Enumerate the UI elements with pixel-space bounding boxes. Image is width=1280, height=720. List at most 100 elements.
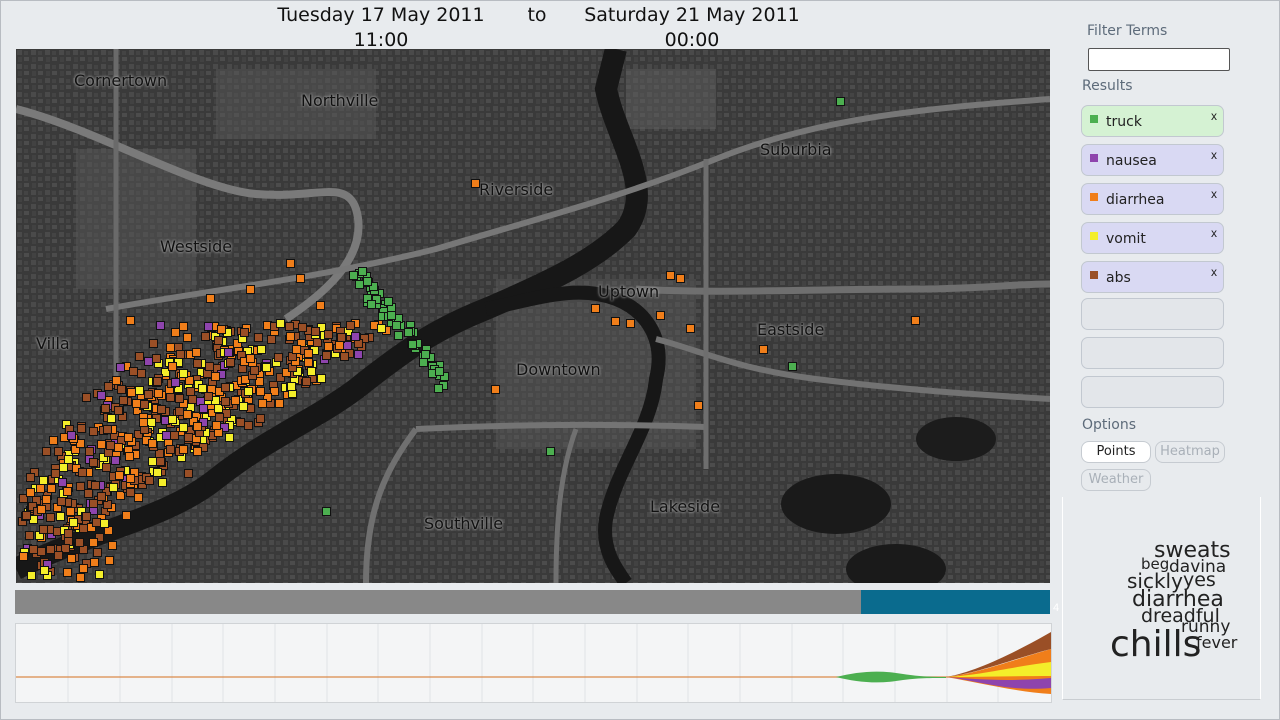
point-marker[interactable] <box>95 569 105 579</box>
point-marker[interactable] <box>84 446 94 456</box>
point-marker[interactable] <box>759 345 768 354</box>
point-marker[interactable] <box>246 285 255 294</box>
point-marker[interactable] <box>148 339 158 349</box>
point-marker[interactable] <box>18 552 28 562</box>
result-term-diarrhea[interactable]: diarrhea x <box>1081 183 1224 215</box>
point-marker[interactable] <box>78 524 88 534</box>
point-marker[interactable] <box>343 341 353 351</box>
point-marker[interactable] <box>183 333 193 343</box>
point-marker[interactable] <box>225 357 235 367</box>
point-marker[interactable] <box>126 316 135 325</box>
point-marker[interactable] <box>235 418 245 428</box>
point-marker[interactable] <box>285 321 295 331</box>
point-marker[interactable] <box>666 271 675 280</box>
point-marker[interactable] <box>39 475 49 485</box>
point-marker[interactable] <box>41 494 51 504</box>
point-marker[interactable] <box>36 504 46 514</box>
point-marker[interactable] <box>170 378 180 388</box>
result-term-abs[interactable]: abs x <box>1081 261 1224 293</box>
point-marker[interactable] <box>166 444 176 454</box>
point-marker[interactable] <box>836 97 845 106</box>
point-marker[interactable] <box>266 335 276 345</box>
point-marker[interactable] <box>58 477 68 487</box>
point-marker[interactable] <box>377 324 387 334</box>
point-marker[interactable] <box>286 381 296 391</box>
point-marker[interactable] <box>81 511 91 521</box>
point-marker[interactable] <box>676 274 685 283</box>
point-marker[interactable] <box>257 345 267 355</box>
remove-term-button[interactable]: x <box>1211 265 1217 279</box>
point-marker[interactable] <box>184 468 194 478</box>
point-marker[interactable] <box>54 447 64 457</box>
point-marker[interactable] <box>304 357 314 367</box>
point-marker[interactable] <box>101 403 111 413</box>
point-marker[interactable] <box>275 399 285 409</box>
point-marker[interactable] <box>51 468 61 478</box>
point-marker[interactable] <box>203 392 213 402</box>
point-marker[interactable] <box>82 392 92 402</box>
point-marker[interactable] <box>255 413 265 423</box>
point-marker[interactable] <box>140 400 150 410</box>
city-map[interactable]: Cornertown Northville Riverside Suburbia… <box>16 49 1050 583</box>
point-marker[interactable] <box>384 296 394 306</box>
point-marker[interactable] <box>68 518 78 528</box>
point-marker[interactable] <box>137 369 147 379</box>
point-marker[interactable] <box>122 510 132 520</box>
point-marker[interactable] <box>53 550 63 560</box>
point-marker[interactable] <box>387 310 396 320</box>
point-marker[interactable] <box>245 354 255 364</box>
point-marker[interactable] <box>179 322 188 331</box>
point-marker[interactable] <box>144 357 153 366</box>
point-marker[interactable] <box>21 511 31 521</box>
point-marker[interactable] <box>114 471 124 481</box>
point-marker[interactable] <box>79 563 89 573</box>
time-range-selection[interactable] <box>860 590 1050 614</box>
point-marker[interactable] <box>118 395 128 405</box>
point-marker[interactable] <box>75 538 85 548</box>
heatmap-option-button[interactable]: Heatmap <box>1155 441 1225 463</box>
point-marker[interactable] <box>403 327 413 337</box>
point-marker[interactable] <box>103 382 113 392</box>
point-marker[interactable] <box>26 570 36 580</box>
point-marker[interactable] <box>125 452 135 462</box>
point-marker[interactable] <box>204 322 213 331</box>
point-marker[interactable] <box>26 488 36 498</box>
point-marker[interactable] <box>302 377 312 387</box>
point-marker[interactable] <box>179 444 189 454</box>
point-marker[interactable] <box>66 507 76 517</box>
point-marker[interactable] <box>26 473 36 482</box>
point-marker[interactable] <box>286 331 296 341</box>
point-marker[interactable] <box>256 386 266 396</box>
point-marker[interactable] <box>111 375 121 385</box>
point-marker[interactable] <box>238 401 248 411</box>
point-marker[interactable] <box>169 431 179 441</box>
point-marker[interactable] <box>114 405 124 415</box>
point-marker[interactable] <box>179 422 189 432</box>
point-marker[interactable] <box>99 518 109 528</box>
point-marker[interactable] <box>36 546 46 556</box>
point-marker[interactable] <box>911 316 920 325</box>
point-marker[interactable] <box>316 301 325 310</box>
point-marker[interactable] <box>225 432 235 442</box>
cloud-word[interactable]: chills <box>1110 627 1201 663</box>
point-marker[interactable] <box>91 480 101 490</box>
point-marker[interactable] <box>324 341 334 351</box>
point-marker[interactable] <box>193 446 203 456</box>
point-marker[interactable] <box>324 330 334 340</box>
point-marker[interactable] <box>184 376 194 386</box>
point-marker[interactable] <box>407 340 417 350</box>
point-marker[interactable] <box>175 393 185 403</box>
point-marker[interactable] <box>221 397 231 407</box>
point-marker[interactable] <box>298 322 308 332</box>
point-marker[interactable] <box>125 474 135 484</box>
point-marker[interactable] <box>217 324 227 334</box>
point-marker[interactable] <box>145 475 155 485</box>
point-marker[interactable] <box>306 366 316 376</box>
point-marker[interactable] <box>311 327 321 337</box>
point-marker[interactable] <box>89 538 99 548</box>
point-marker[interactable] <box>165 392 175 402</box>
point-marker[interactable] <box>205 361 214 371</box>
point-marker[interactable] <box>138 418 148 428</box>
weather-option-button[interactable]: Weather <box>1081 469 1151 491</box>
cloud-word[interactable]: fever <box>1196 635 1237 651</box>
